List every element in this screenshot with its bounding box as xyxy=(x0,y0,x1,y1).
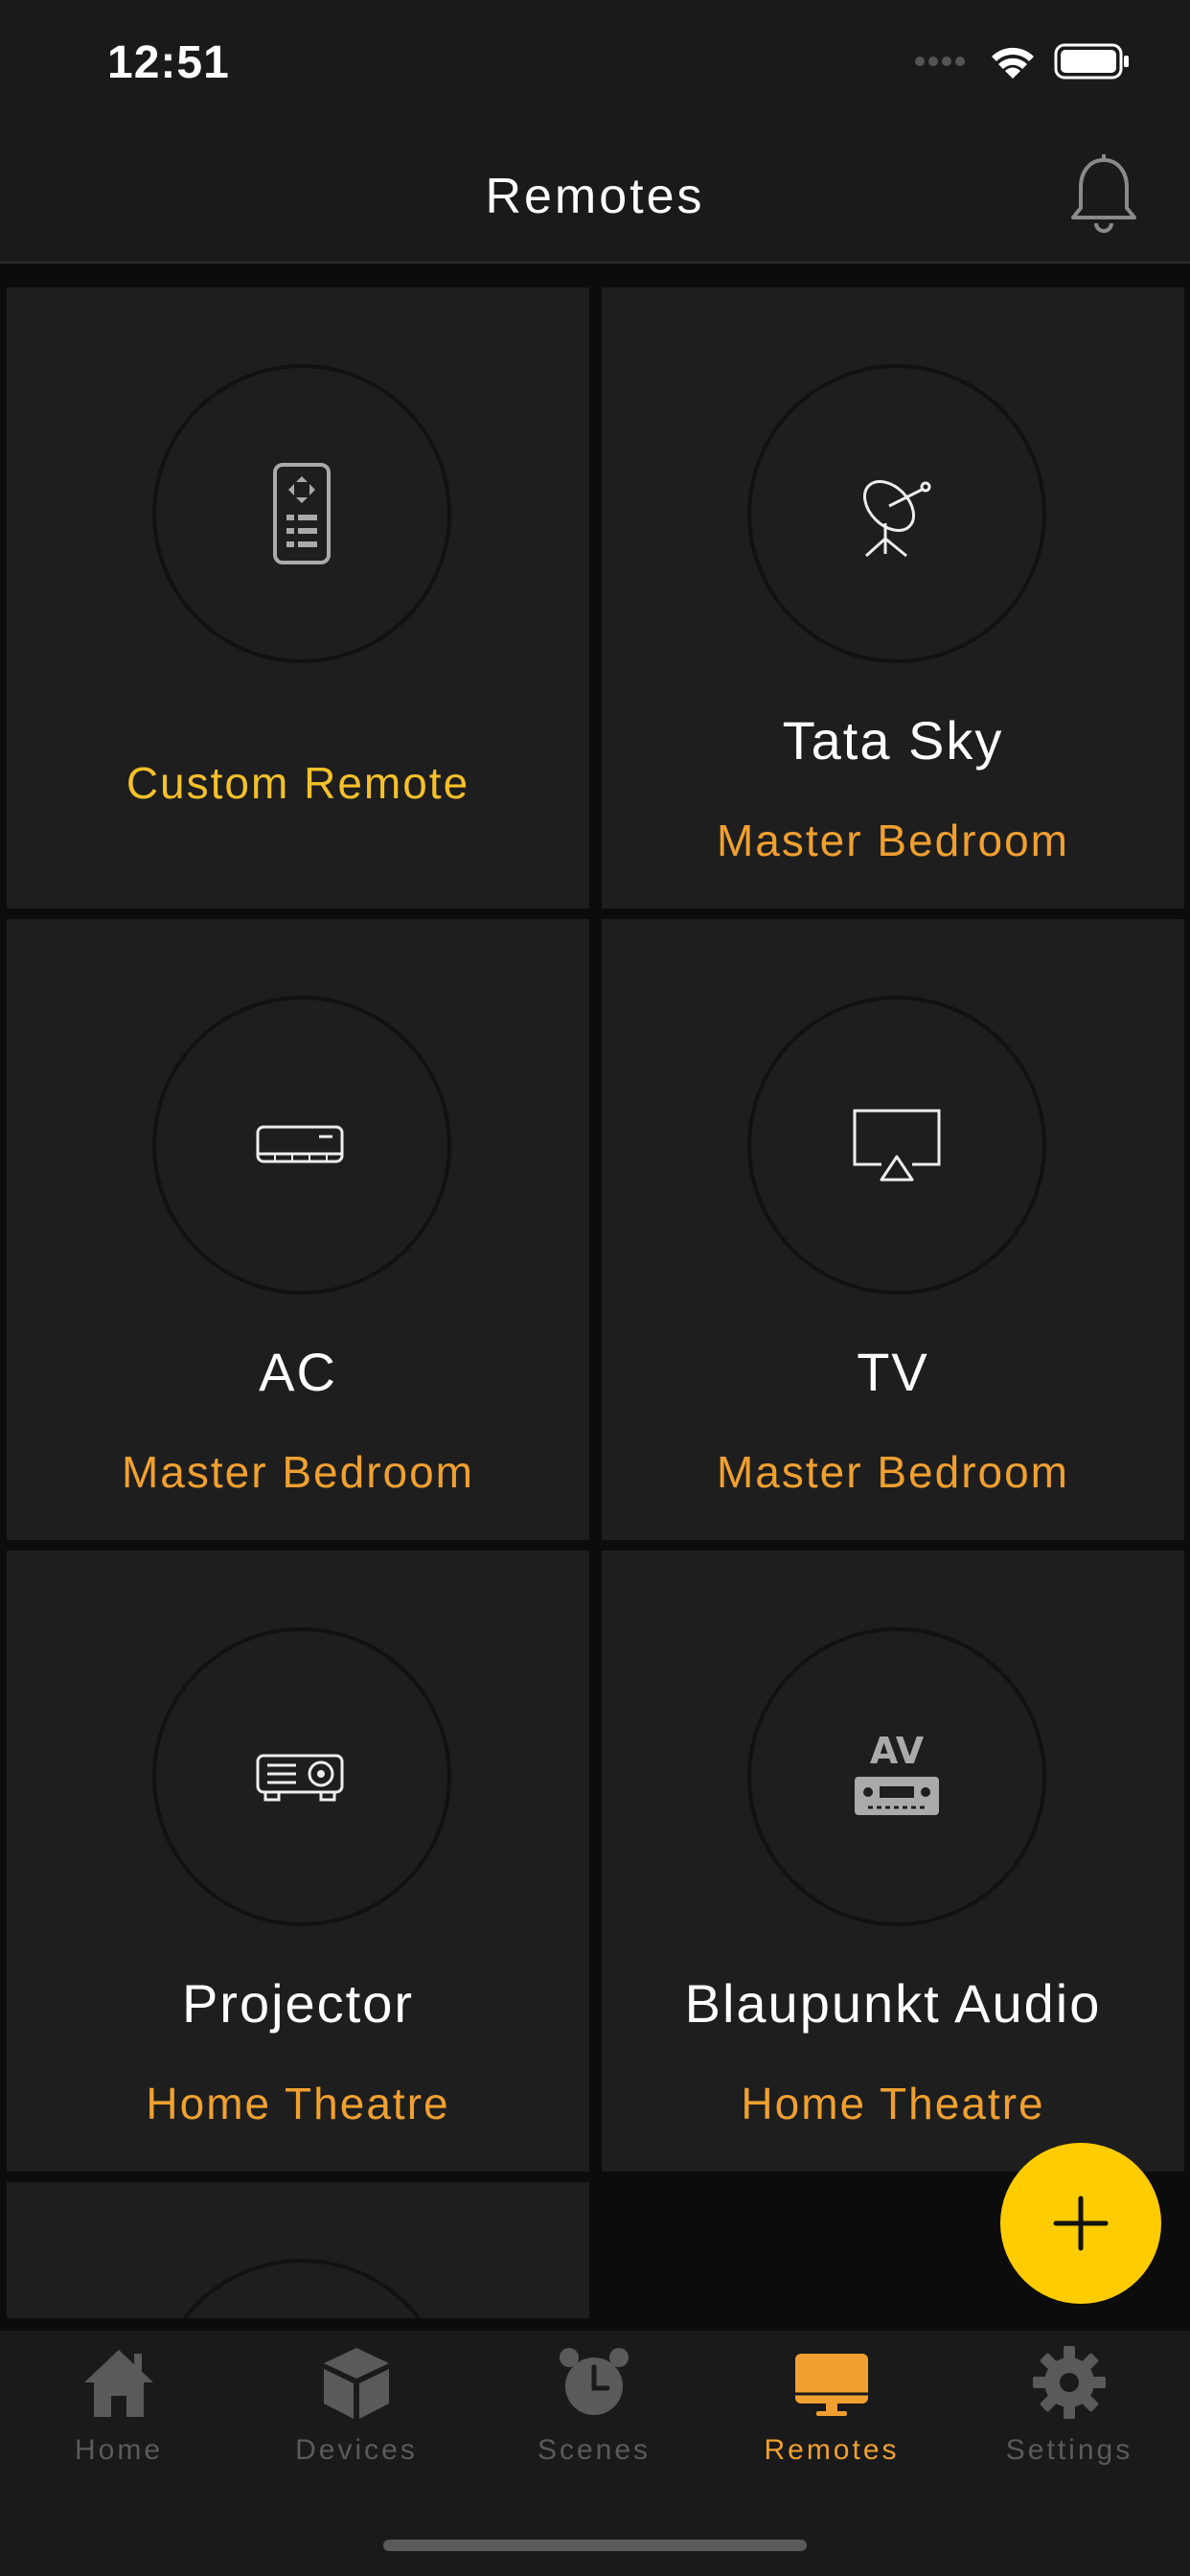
remote-name: AC xyxy=(259,1342,337,1402)
remote-room: Master Bedroom xyxy=(121,1447,474,1497)
wifi-icon xyxy=(992,47,1034,79)
header: Remotes xyxy=(0,129,1190,264)
page-title: Remotes xyxy=(485,169,705,224)
tab-label: Remotes xyxy=(764,2434,900,2466)
signal-icon xyxy=(915,57,965,66)
remote-room: Master Bedroom xyxy=(716,1447,1069,1497)
av-receiver-icon: AV xyxy=(855,1730,939,1815)
remote-room: Master Bedroom xyxy=(716,816,1069,865)
icon-circle xyxy=(152,1627,451,1926)
remote-card-tata-sky[interactable]: Tata Sky Master Bedroom xyxy=(602,288,1184,908)
icon-circle xyxy=(747,996,1046,1295)
tab-settings[interactable]: Settings xyxy=(950,2331,1188,2494)
tab-label: Home xyxy=(74,2434,164,2466)
tab-devices[interactable]: Devices xyxy=(238,2331,475,2494)
home-icon xyxy=(84,2350,153,2417)
remote-card-projector[interactable]: Projector Home Theatre xyxy=(7,1551,589,2172)
tv-airplay-icon xyxy=(853,1109,941,1182)
remote-card-partial[interactable] xyxy=(7,2182,589,2318)
gear-icon xyxy=(1033,2346,1106,2419)
add-remote-button[interactable] xyxy=(1000,2143,1161,2304)
remote-control-icon xyxy=(273,463,331,564)
status-icons xyxy=(914,42,1131,80)
remote-card-custom[interactable]: Custom Remote xyxy=(7,288,589,908)
tab-scenes[interactable]: Scenes xyxy=(475,2331,713,2494)
cube-icon xyxy=(324,2348,389,2419)
remote-label: Custom Remote xyxy=(126,758,470,808)
status-bar: 12:51 xyxy=(0,0,1190,129)
remote-room: Home Theatre xyxy=(146,2079,450,2128)
plus-icon xyxy=(1053,2196,1109,2251)
tab-remotes[interactable]: Remotes xyxy=(713,2331,950,2494)
tab-label: Settings xyxy=(1005,2434,1133,2466)
air-conditioner-icon xyxy=(256,1125,344,1163)
icon-circle xyxy=(152,996,451,1295)
tab-bar: Home Devices Scenes Remotes Settings xyxy=(0,2331,1190,2576)
icon-circle xyxy=(747,364,1046,663)
icon-circle: AV xyxy=(747,1627,1046,1926)
icon-circle xyxy=(152,2259,451,2318)
satellite-dish-icon xyxy=(863,480,931,558)
remote-card-ac[interactable]: AC Master Bedroom xyxy=(7,919,589,1540)
tab-home[interactable]: Home xyxy=(0,2331,238,2494)
status-time: 12:51 xyxy=(107,37,230,88)
battery-icon xyxy=(1054,43,1129,80)
remote-card-tv[interactable]: TV Master Bedroom xyxy=(602,919,1184,1540)
remote-name: Tata Sky xyxy=(782,710,1004,770)
remote-name: Blaupunkt Audio xyxy=(684,1973,1102,2034)
remote-name: TV xyxy=(857,1342,929,1402)
icon-circle xyxy=(152,364,451,663)
home-indicator xyxy=(383,2540,807,2551)
remote-card-blaupunkt-audio[interactable]: AV Blaupunkt Audio Home Theatre xyxy=(602,1551,1184,2172)
monitor-icon xyxy=(795,2354,868,2416)
remote-room: Home Theatre xyxy=(741,2079,1045,2128)
projector-icon xyxy=(256,1754,344,1802)
tab-label: Devices xyxy=(295,2434,418,2466)
remote-name: Projector xyxy=(181,1973,415,2034)
alarm-clock-icon xyxy=(560,2348,629,2415)
tab-label: Scenes xyxy=(537,2434,652,2466)
svg-text:AV: AV xyxy=(870,1730,925,1772)
bell-icon[interactable] xyxy=(1065,152,1142,239)
